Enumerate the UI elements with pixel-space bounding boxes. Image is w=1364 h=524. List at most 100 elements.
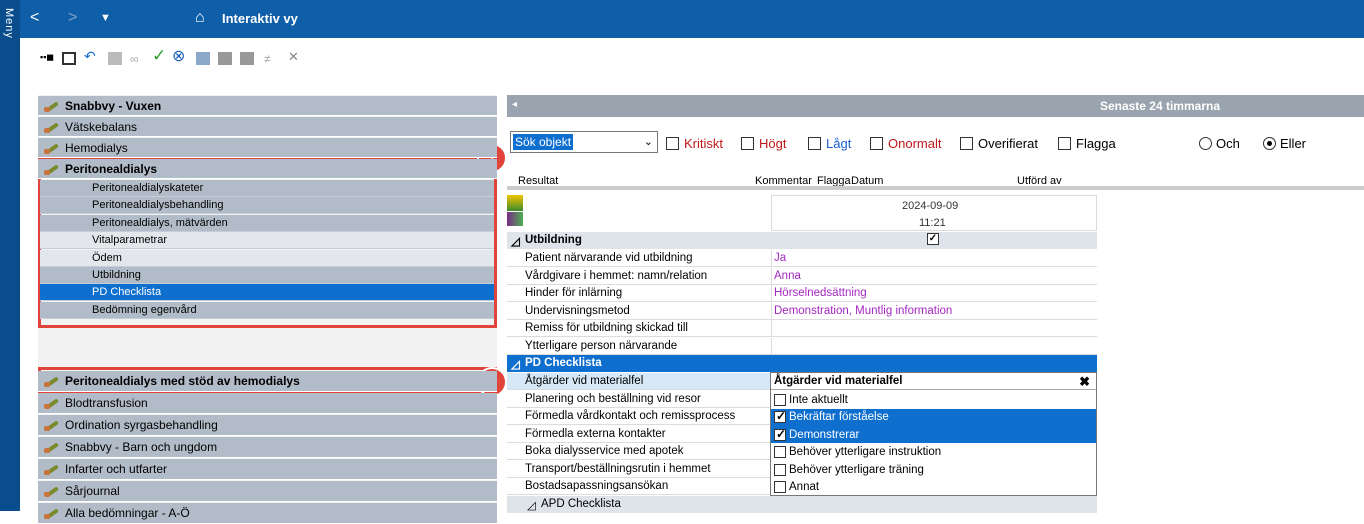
result-row[interactable]: Patient närvarande vid utbildning Ja [507, 250, 1097, 267]
unchart-icon[interactable]: ⊗ [172, 46, 186, 65]
nav-sub-label: Vitalparametrar [92, 234, 167, 247]
assessment-icon [43, 120, 63, 134]
nav-sub-item[interactable]: Bedömning egenvård [40, 301, 494, 319]
search-object-value: Sök objekt [513, 134, 574, 150]
sign-check-icon[interactable]: ✓ [152, 46, 166, 65]
multiselect-dropdown[interactable]: Åtgärder vid materialfel ✖ Inte aktuellt Be… [770, 372, 1097, 496]
dropdown-option[interactable]: Behöver ytterligare instruktion [771, 444, 1096, 461]
row-separator [771, 320, 772, 337]
chevron-down-icon: ⌄ [643, 136, 653, 148]
side-menu-strip[interactable]: Meny [0, 0, 20, 511]
nav-sub-label: Peritonealdialysbehandling [92, 199, 224, 212]
grid-icon[interactable] [108, 52, 122, 65]
nav-sub-item[interactable]: Ödem [40, 249, 494, 267]
nav-group-item[interactable]: Alla bedömningar - A-Ö [38, 503, 497, 524]
nav-sub-item[interactable]: Peritonealdialyskateter [40, 180, 494, 197]
collapse-icon: ◿ [511, 359, 520, 371]
nav-group-item[interactable]: Sårjournal [38, 481, 497, 502]
nav-sub-item[interactable]: Peritonealdialys, mätvärden [40, 214, 494, 232]
group-row-pd-checklista[interactable]: ◿ PD Checklista [507, 355, 1097, 372]
option-checkbox[interactable] [774, 409, 786, 423]
home-icon[interactable]: ⌂ [195, 9, 205, 27]
forward-icon[interactable]: > [68, 9, 77, 27]
option-checkbox[interactable] [774, 481, 786, 493]
filter-checkbox[interactable] [960, 137, 973, 150]
close-icon[interactable]: ✕ [288, 49, 302, 64]
column-header-label[interactable]: Resultat [518, 175, 558, 186]
och-radio[interactable] [1199, 137, 1212, 150]
result-row[interactable]: Hinder för inlärning Hörselnedsättning [507, 285, 1097, 302]
dropdown-option[interactable]: Demonstrerar [771, 426, 1096, 443]
chart-view-icon[interactable] [507, 195, 523, 211]
column-header-label[interactable]: Kommentar [755, 175, 812, 186]
radio-dot [1267, 141, 1272, 146]
block2-icon[interactable] [240, 52, 254, 65]
nav-group-item[interactable]: Hemodialys [38, 138, 497, 158]
filter-checkbox[interactable] [870, 137, 883, 150]
column-header-label[interactable]: Flagga [817, 175, 851, 186]
group-row-apd-checklista[interactable]: ◿ APD Checklista [507, 495, 1097, 513]
close-dropdown-icon[interactable]: ✖ [1079, 374, 1090, 390]
page-title: Interaktiv vy [222, 11, 298, 26]
assessment-icon [43, 99, 63, 113]
history-dropdown-icon[interactable]: ▼ [100, 12, 111, 24]
option-checkbox[interactable] [774, 393, 786, 406]
view-toggle-icon[interactable]: ▪▪◼ [40, 52, 58, 65]
nav-sub-label: Ödem [92, 251, 122, 264]
group-row-utbildning[interactable]: ◿ Utbildning ✓ [507, 232, 1097, 249]
option-checkbox[interactable] [774, 446, 786, 458]
edit-icon[interactable]: ≠ [264, 52, 278, 66]
nav-group-item[interactable]: Infarter och utfarter [38, 459, 497, 480]
nav-group-item[interactable]: Snabbvy - Barn och ungdom [38, 437, 497, 458]
filter-checkbox[interactable] [1058, 137, 1071, 150]
block-icon[interactable] [218, 52, 232, 65]
option-checkbox[interactable] [774, 427, 786, 441]
search-object-select[interactable]: Sök objekt ⌄ [510, 131, 658, 153]
glasses-icon[interactable]: ∞ [130, 52, 144, 66]
dropdown-title: Åtgärder vid materialfel [774, 375, 903, 387]
filter-checkbox[interactable] [808, 137, 821, 150]
row-value[interactable]: Anna [774, 270, 801, 282]
result-row[interactable]: Vårdgivare i hemmet: namn/relation Anna [507, 267, 1097, 285]
dropdown-option[interactable]: Annat [771, 479, 1096, 496]
document-icon[interactable] [196, 52, 210, 65]
nav-group-item[interactable]: Vätskebalans [38, 117, 497, 137]
nav-group-item[interactable]: Ordination syrgasbehandling [38, 415, 497, 436]
option-checkbox[interactable] [774, 463, 786, 476]
nav-sub-item[interactable]: PD Checklista [40, 284, 494, 302]
table-icon[interactable] [62, 52, 76, 65]
nav-group-label: Peritonealdialys med stöd av hemodialys [65, 374, 300, 388]
filter-label: Overifierat [978, 136, 1038, 151]
row-value[interactable]: Ja [774, 252, 786, 264]
column-header-label[interactable]: Datum [851, 175, 883, 186]
row-value[interactable]: Hörselnedsättning [774, 287, 867, 299]
nav-sub-item[interactable]: Vitalparametrar [40, 232, 494, 250]
dropdown-option[interactable]: Bekräftar förståelse [771, 408, 1096, 426]
filter-label: Högt [759, 136, 787, 151]
result-row[interactable]: Undervisningsmetod Demonstration, Muntlig… [507, 302, 1097, 320]
filter-checkbox[interactable] [741, 137, 754, 150]
undo-icon[interactable]: ↶ [84, 48, 98, 64]
dropdown-option[interactable]: Inte aktuellt [771, 391, 1096, 408]
group-check-icon[interactable]: ✓ [927, 233, 939, 245]
collapse-left-icon[interactable]: ◂ [512, 99, 517, 110]
document-edit-icon[interactable] [507, 212, 523, 226]
filter-checkbox[interactable] [666, 137, 679, 150]
nav-sub-item[interactable]: Peritonealdialysbehandling [40, 197, 494, 215]
nav-sub-item[interactable]: Utbildning [40, 267, 494, 284]
row-value[interactable]: Demonstration, Muntlig information [774, 305, 952, 317]
eller-radio[interactable] [1263, 137, 1276, 150]
result-row[interactable]: Remiss för utbildning skickad till [507, 320, 1097, 337]
back-icon[interactable]: < [30, 9, 39, 27]
dropdown-option[interactable]: Behöver ytterligare träning [771, 461, 1096, 478]
column-header: Resultat Kommentar Flagga Datum Utförd av [507, 170, 1364, 190]
nav-group-item[interactable]: Peritonealdialys [38, 159, 497, 179]
nav-sub-label: Peritonealdialys, mätvärden [92, 216, 228, 229]
column-header-label[interactable]: Utförd av [1017, 175, 1062, 186]
nav-group-item[interactable]: Snabbvy - Vuxen [38, 96, 497, 116]
result-row[interactable]: Ytterligare person närvarande [507, 337, 1097, 355]
nav-group-item[interactable]: Blodtransfusion [38, 393, 497, 414]
row-label: Hinder för inlärning [525, 287, 623, 299]
nav-group-item[interactable]: Peritonealdialys med stöd av hemodialys [38, 371, 497, 392]
dropdown-header: Åtgärder vid materialfel ✖ [771, 373, 1096, 390]
